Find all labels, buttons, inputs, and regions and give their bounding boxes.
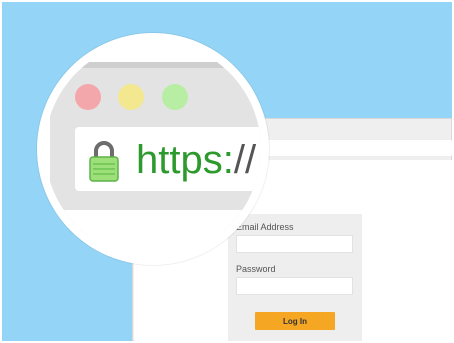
magnified-window-top <box>50 62 261 68</box>
lock-icon <box>89 141 119 182</box>
password-field[interactable] <box>236 277 353 295</box>
maximize-dot-icon[interactable] <box>162 84 188 110</box>
magnifier-view: https:// <box>45 41 261 257</box>
url-slashes: // <box>233 138 257 182</box>
url-text: https:// <box>136 138 256 182</box>
close-dot-icon[interactable] <box>75 84 101 110</box>
magnified-browser: https:// <box>45 41 261 257</box>
magnifier-lens: https:// <box>37 33 269 265</box>
magnified-page <box>50 210 261 257</box>
login-button[interactable]: Log In <box>255 312 335 330</box>
url-protocol: https: <box>136 138 234 182</box>
minimize-dot-icon[interactable] <box>118 84 144 110</box>
illustration: Email Address Password Log In https:// <box>0 0 454 343</box>
password-label: Password <box>236 264 276 274</box>
